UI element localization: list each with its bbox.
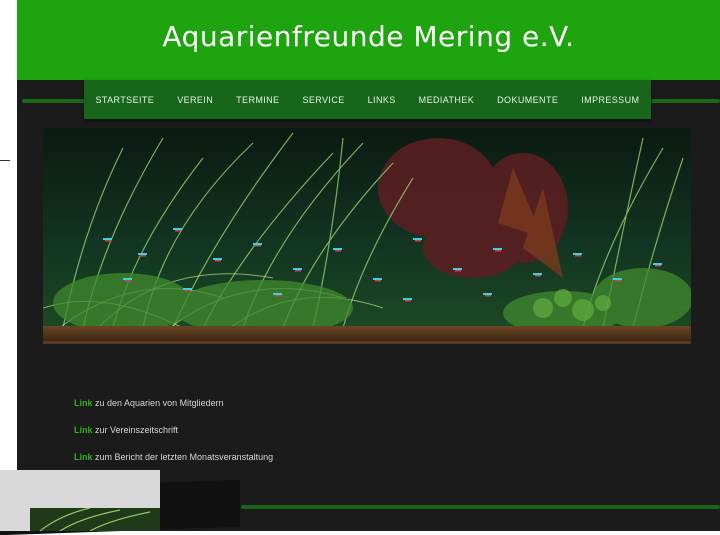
nav-item-termine[interactable]: TERMINE [232,95,283,105]
aquarium-hero-image [43,128,691,344]
link-member-aquariums: Link zu den Aquarien von Mitgliedern [74,398,224,408]
link-monthly-report-anchor[interactable]: Link [74,452,93,462]
header-rule-left [22,99,90,103]
nav-item-startseite[interactable]: STARTSEITE [92,95,159,105]
footer-rule [241,505,720,509]
browser-page: Aquarienfreunde Mering e.V. STARTSEITE V… [17,0,720,531]
link-monthly-report: Link zum Bericht der letzten Monatsveran… [74,452,273,462]
link-monthly-report-text: zum Bericht der letzten Monatsveranstalt… [92,452,274,462]
nav-item-service[interactable]: SERVICE [298,95,348,105]
site-header: Aquarienfreunde Mering e.V. [17,0,720,80]
page-edge-tick [0,160,10,161]
link-member-aquariums-text: zu den Aquarien von Mitgliedern [92,398,224,408]
nav-item-mediathek[interactable]: MEDIATHEK [415,95,478,105]
main-navigation: STARTSEITE VEREIN TERMINE SERVICE LINKS … [84,80,651,119]
header-rule-right [651,99,720,103]
aquarium-illustration [43,128,691,341]
link-club-magazine-text: zur Vereinszeitschrift [92,425,179,435]
nav-item-verein[interactable]: VEREIN [173,95,217,105]
nav-item-links[interactable]: LINKS [364,95,400,105]
link-club-magazine-anchor[interactable]: Link [74,425,93,435]
link-club-magazine: Link zur Vereinszeitschrift [74,425,178,435]
site-title: Aquarienfreunde Mering e.V. [162,20,575,53]
overlay-photo [0,470,160,531]
nav-item-impressum[interactable]: IMPRESSUM [577,95,643,105]
link-member-aquariums-anchor[interactable]: Link [74,398,93,408]
overlay-photo-image [0,470,160,531]
nav-item-dokumente[interactable]: DOKUMENTE [493,95,562,105]
